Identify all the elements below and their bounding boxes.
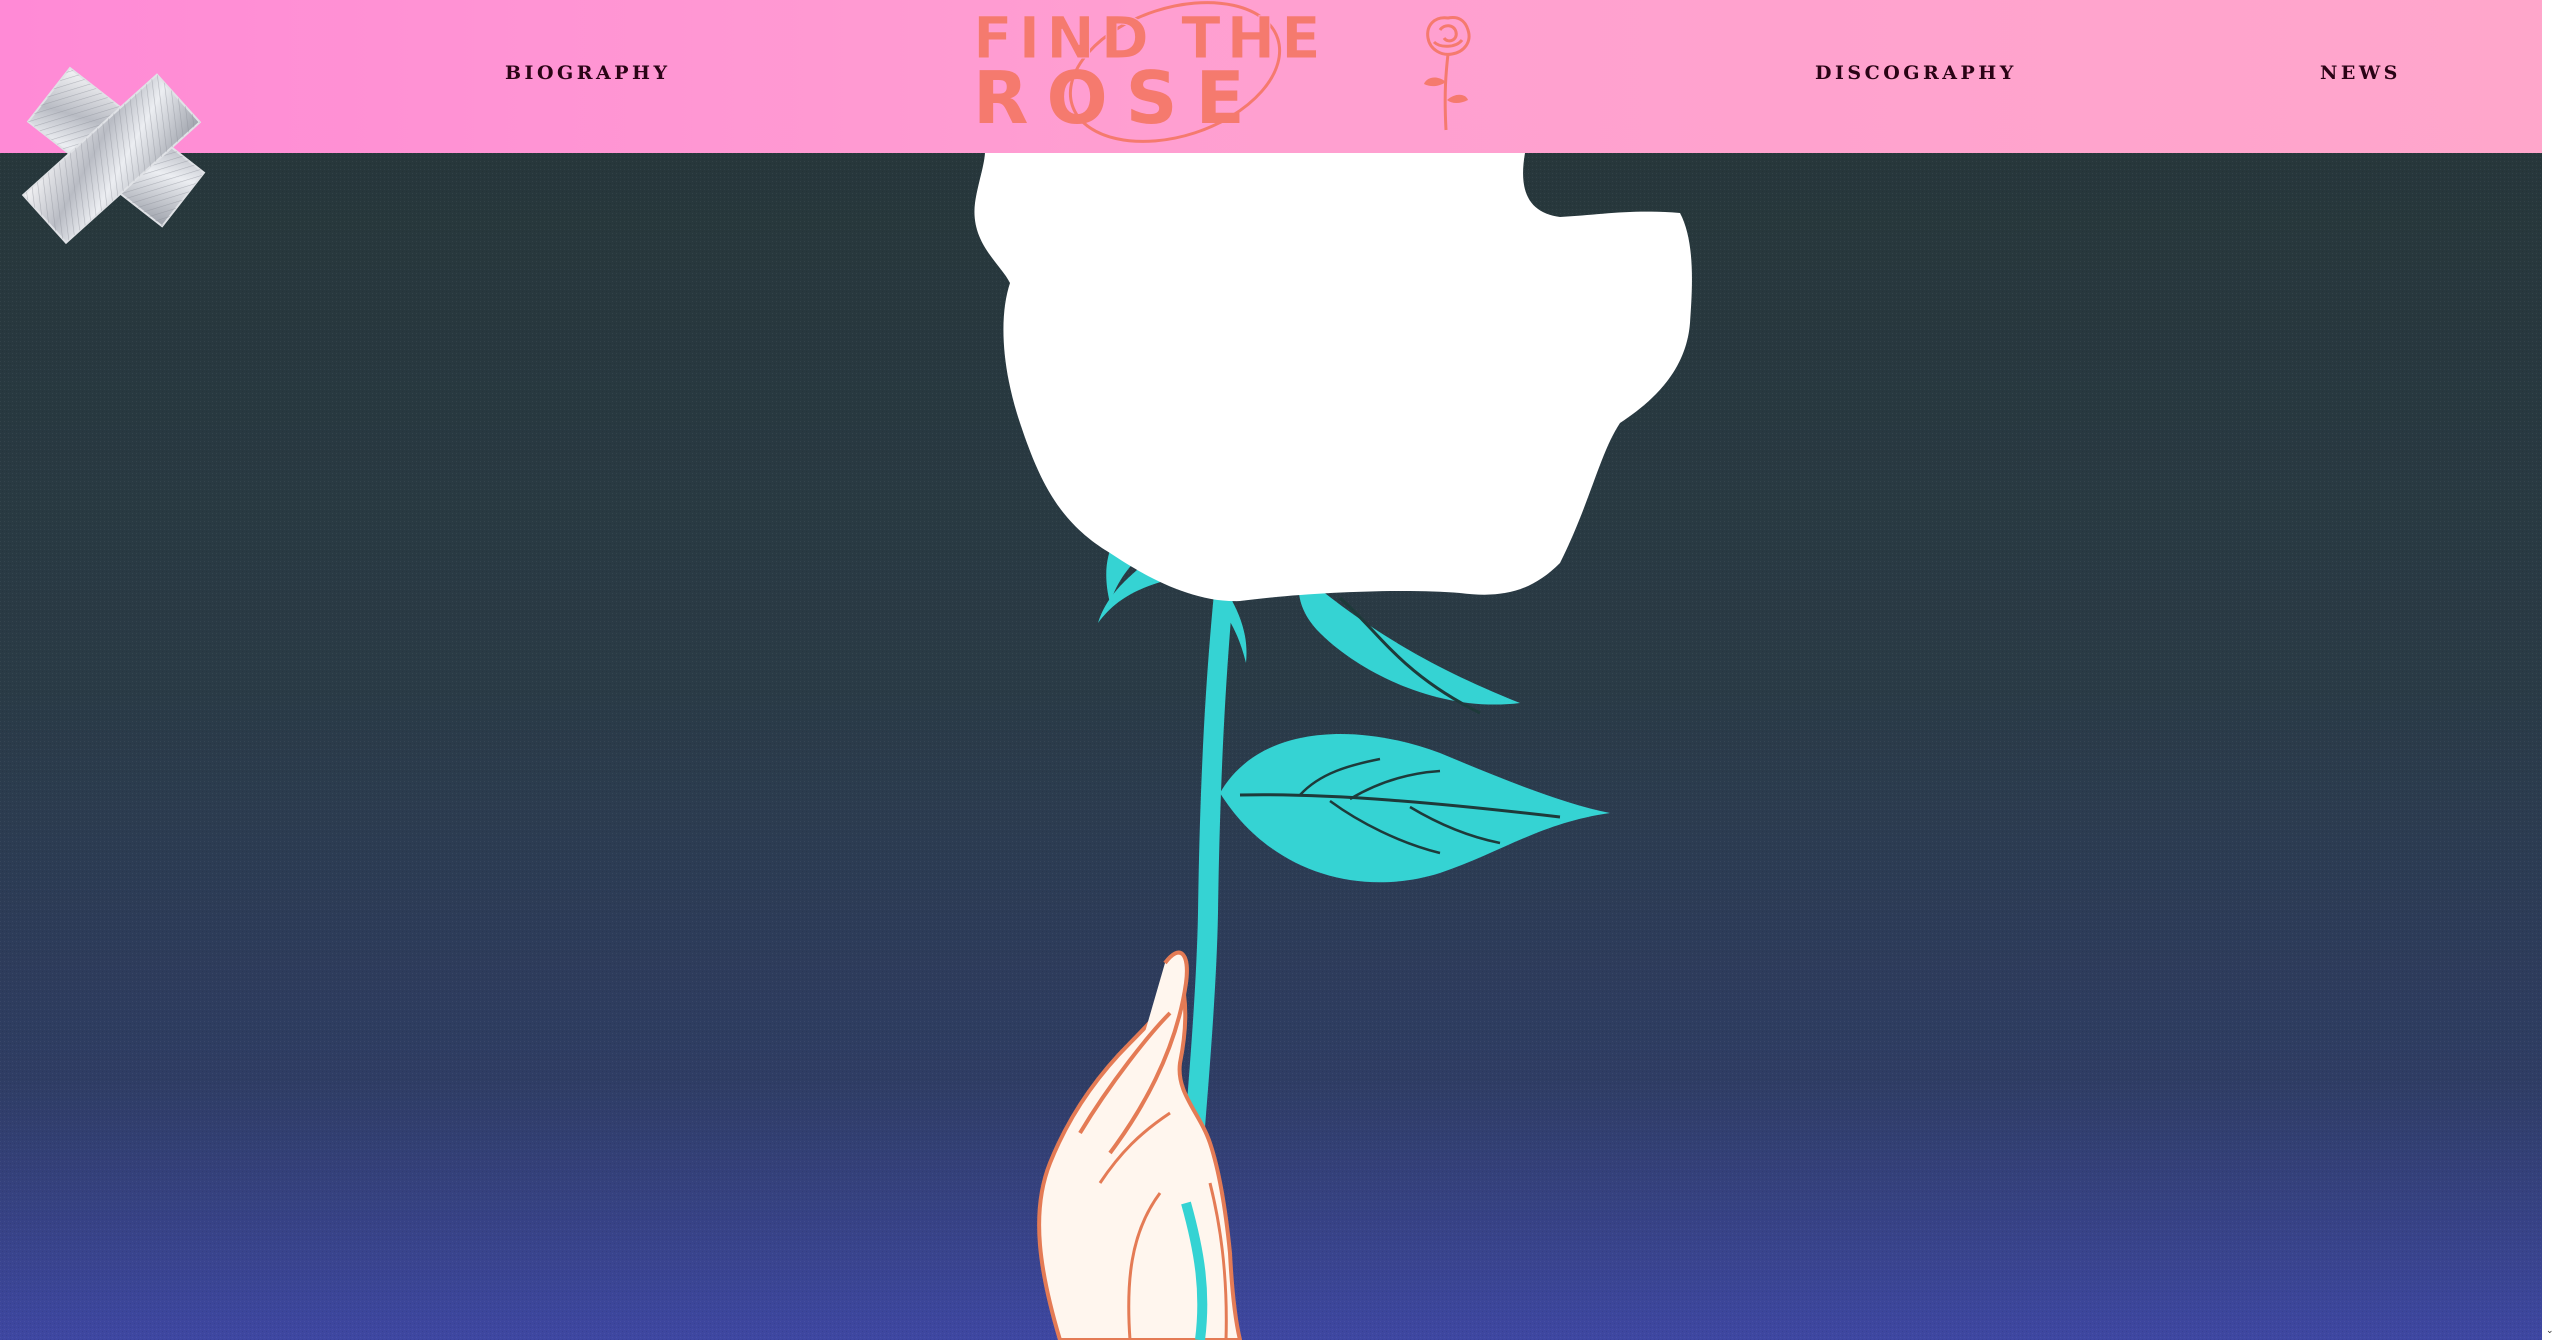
nav-discography-link[interactable]: DISCOGRAPHY bbox=[1815, 62, 2017, 84]
page: BIOGRAPHY FIND THE ROSE DISCOGRAPHY NEWS… bbox=[0, 0, 2560, 1340]
site-logo[interactable]: FIND THE ROSE bbox=[965, 0, 1500, 150]
nav-news-link[interactable]: NEWS bbox=[2320, 62, 2401, 84]
nav-biography-link[interactable]: BIOGRAPHY bbox=[505, 62, 671, 84]
vertical-scrollbar[interactable]: ⌄ bbox=[2542, 0, 2560, 1340]
hero-rose-illustration bbox=[0, 153, 2542, 1340]
tape-sticker bbox=[0, 40, 220, 270]
site-header: BIOGRAPHY FIND THE ROSE DISCOGRAPHY NEWS bbox=[0, 0, 2542, 153]
rose-icon bbox=[1424, 16, 1471, 131]
logo-line-2: ROSE bbox=[973, 56, 1263, 140]
scroll-down-arrow-icon[interactable]: ⌄ bbox=[2546, 1326, 2556, 1336]
rose-artwork bbox=[0, 153, 2542, 1340]
logo-graphic: FIND THE ROSE bbox=[973, 1, 1471, 143]
